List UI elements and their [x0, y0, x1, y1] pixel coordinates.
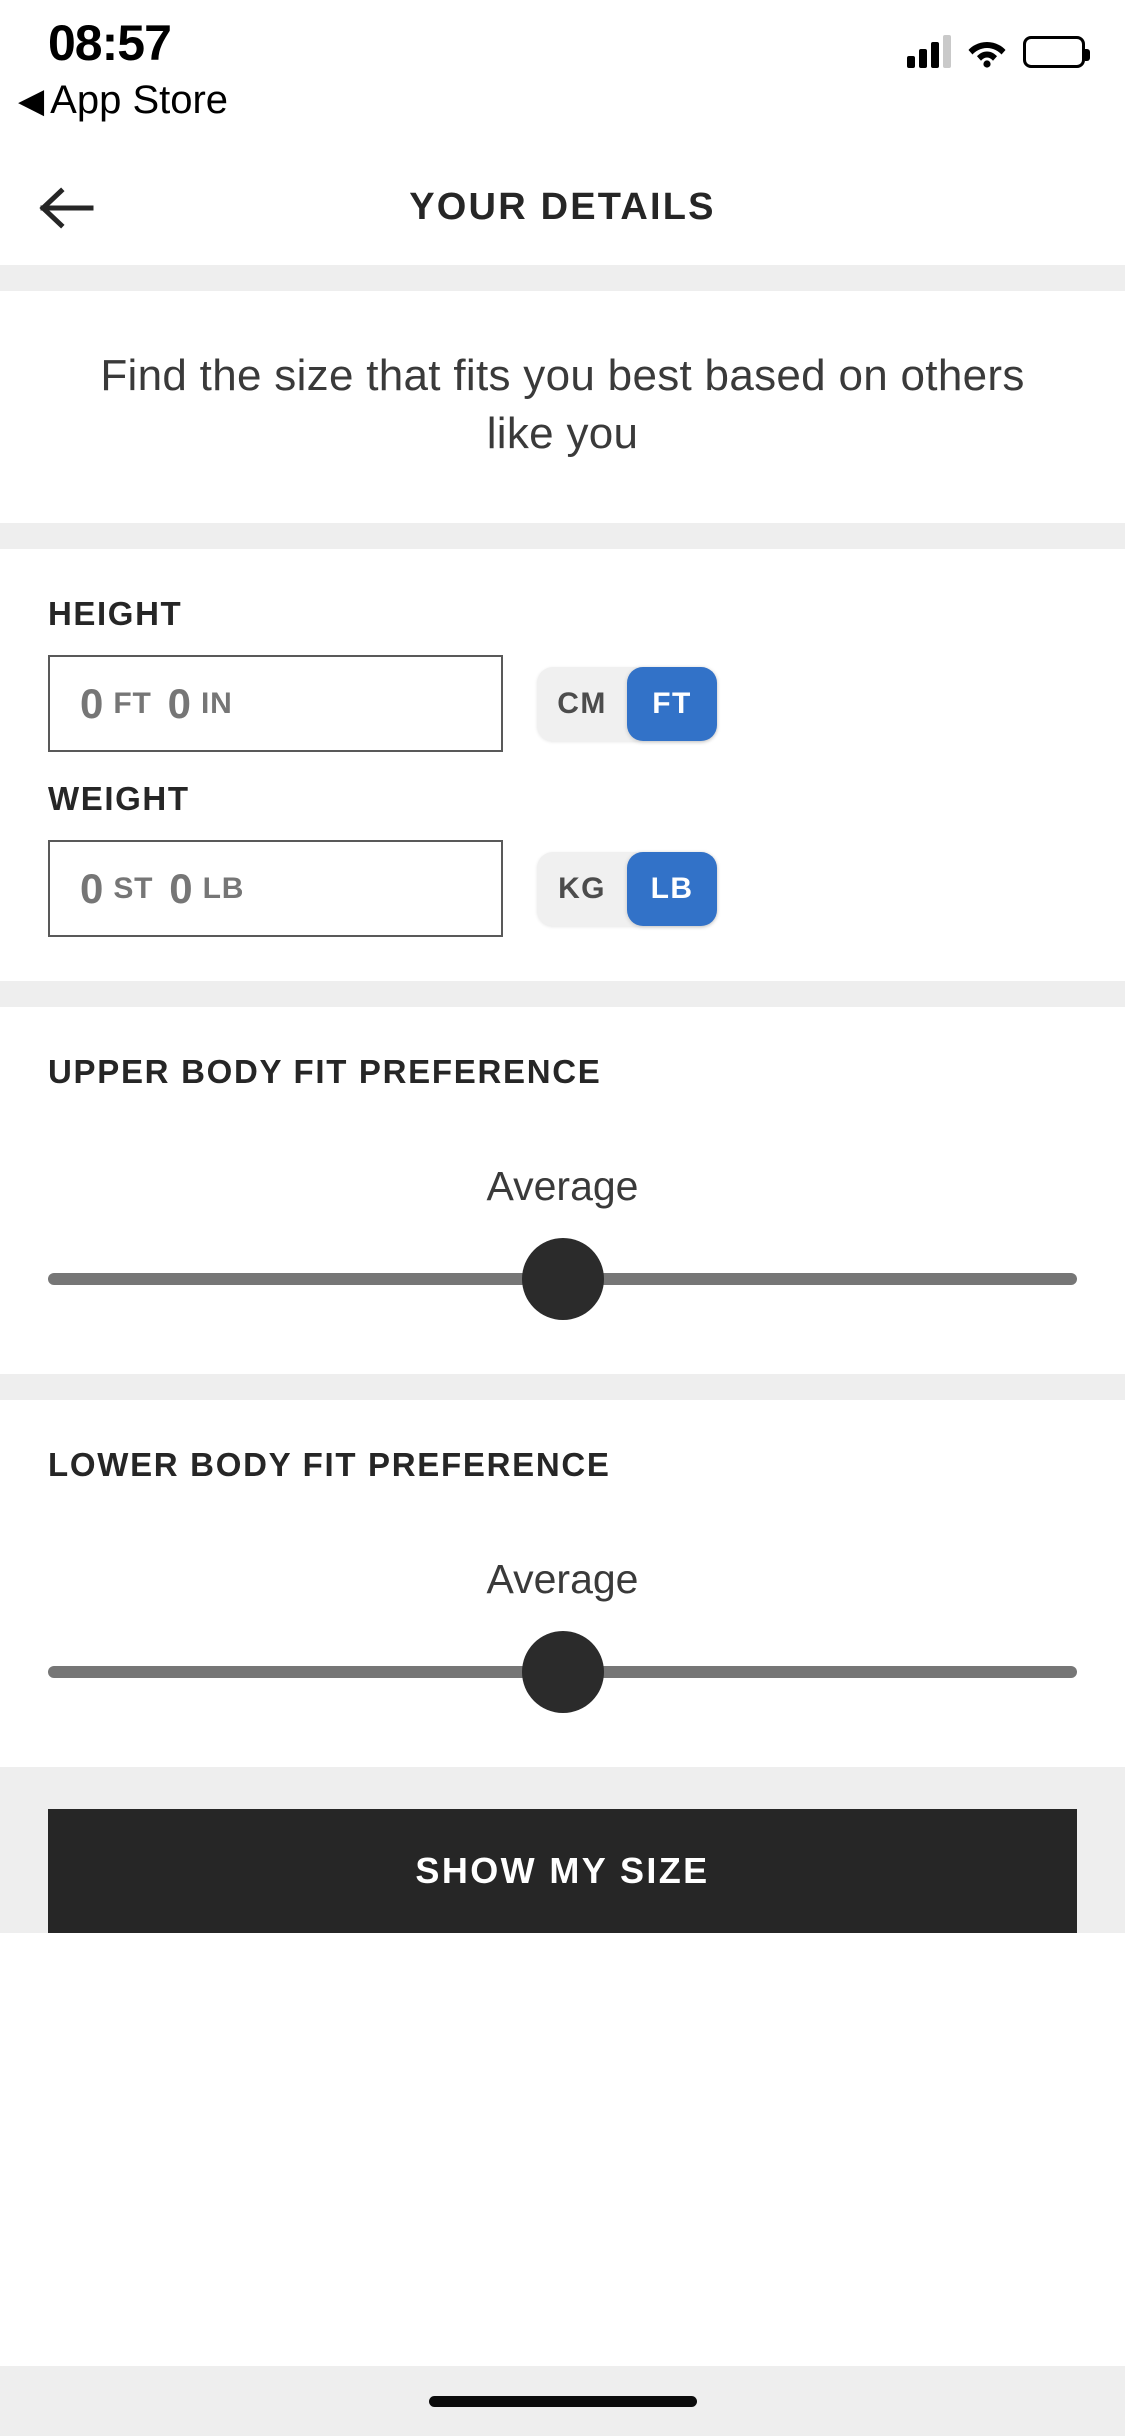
- back-triangle-icon: ◀: [18, 81, 45, 120]
- height-feet-unit: FT: [113, 686, 152, 720]
- height-input[interactable]: 0 FT 0 IN: [48, 655, 503, 753]
- upper-body-fit-section: UPPER BODY FIT PREFERENCE Average: [0, 1007, 1125, 1375]
- app-screen: 08:57 ◀ App Store YOUR DETAILS Find the …: [0, 0, 1125, 2436]
- intro-text: Find the size that fits you best based o…: [100, 351, 1025, 459]
- back-app-label: App Store: [50, 78, 229, 122]
- arrow-left-icon: [39, 186, 94, 229]
- back-button[interactable]: [32, 173, 102, 243]
- weight-unit-option-lb[interactable]: LB: [627, 851, 717, 926]
- lower-body-fit-value: Average: [486, 1556, 639, 1603]
- section-divider-2: [0, 523, 1125, 550]
- navigation-bar: YOUR DETAILS: [0, 150, 1125, 265]
- weight-label: WEIGHT: [48, 780, 190, 818]
- lower-body-fit-slider[interactable]: [48, 1631, 1077, 1714]
- section-divider-3: [0, 981, 1125, 1008]
- height-label: HEIGHT: [48, 595, 183, 633]
- section-divider-1: [0, 265, 1125, 291]
- height-inches-value: 0: [167, 679, 191, 727]
- height-unit-option-ft[interactable]: FT: [627, 666, 717, 741]
- home-indicator[interactable]: [428, 2395, 697, 2407]
- weight-row: 0 ST 0 LB KG LB: [48, 840, 1077, 938]
- intro-section: Find the size that fits you best based o…: [0, 291, 1125, 524]
- weight-pounds-value: 0: [169, 864, 193, 912]
- weight-stone-unit: ST: [113, 871, 154, 905]
- upper-body-fit-value: Average: [486, 1163, 639, 1210]
- upper-body-fit-title: UPPER BODY FIT PREFERENCE: [48, 1053, 602, 1091]
- lower-body-slider-thumb[interactable]: [521, 1631, 604, 1714]
- weight-unit-toggle[interactable]: KG LB: [537, 851, 717, 926]
- upper-body-slider-thumb[interactable]: [521, 1238, 604, 1321]
- weight-pounds-unit: LB: [202, 871, 245, 905]
- show-my-size-button[interactable]: SHOW MY SIZE: [48, 1809, 1077, 1934]
- status-bar-icons: [907, 22, 1090, 68]
- section-divider-4: [0, 1374, 1125, 1401]
- lower-body-fit-title: LOWER BODY FIT PREFERENCE: [48, 1446, 611, 1484]
- weight-unit-option-kg[interactable]: KG: [537, 852, 627, 926]
- battery-icon: [1023, 36, 1090, 68]
- status-bar: 08:57 ◀ App Store: [0, 0, 1125, 150]
- wifi-icon: [967, 36, 1007, 68]
- home-indicator-area: [0, 2366, 1125, 2436]
- upper-body-fit-slider[interactable]: [48, 1238, 1077, 1321]
- cta-section: SHOW MY SIZE: [0, 1767, 1125, 1934]
- height-unit-option-cm[interactable]: CM: [537, 667, 627, 741]
- weight-stone-value: 0: [80, 864, 104, 912]
- lower-body-fit-section: LOWER BODY FIT PREFERENCE Average: [0, 1400, 1125, 1768]
- measurements-section: HEIGHT 0 FT 0 IN CM FT WEIGHT 0 ST 0 LB: [0, 549, 1125, 982]
- height-inches-unit: IN: [200, 686, 233, 720]
- cellular-signal-icon: [907, 34, 951, 68]
- weight-input[interactable]: 0 ST 0 LB: [48, 840, 503, 938]
- height-feet-value: 0: [80, 679, 104, 727]
- height-row: 0 FT 0 IN CM FT: [48, 655, 1077, 753]
- page-title: YOUR DETAILS: [409, 186, 716, 228]
- height-unit-toggle[interactable]: CM FT: [537, 666, 717, 741]
- return-to-app-store-link[interactable]: ◀ App Store: [18, 78, 228, 123]
- status-bar-time: 08:57: [48, 15, 172, 71]
